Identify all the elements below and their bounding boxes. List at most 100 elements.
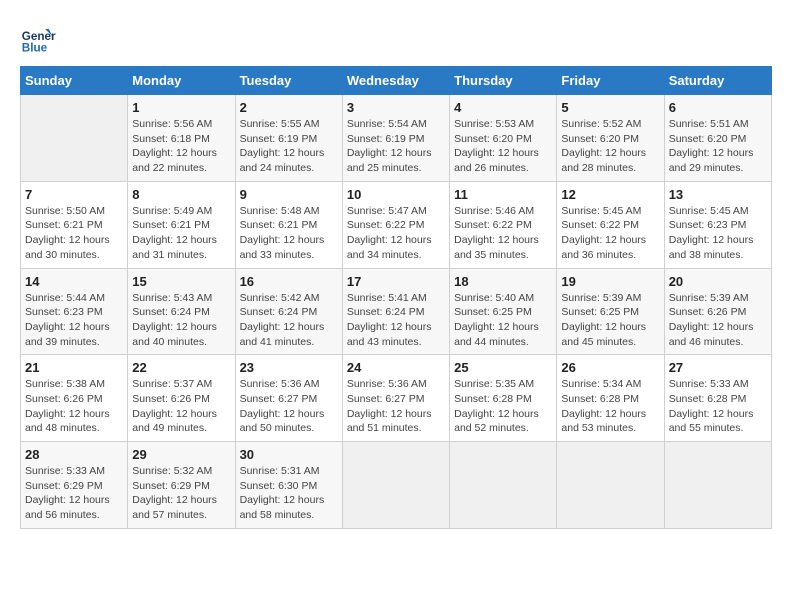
col-header-thursday: Thursday [450, 67, 557, 95]
day-cell: 5 Sunrise: 5:52 AM Sunset: 6:20 PM Daylig… [557, 95, 664, 182]
page-header: General Blue [20, 20, 772, 56]
day-info: Sunrise: 5:33 AM Sunset: 6:28 PM Dayligh… [669, 377, 767, 436]
day-cell: 17 Sunrise: 5:41 AM Sunset: 6:24 PM Dayli… [342, 268, 449, 355]
day-cell: 22 Sunrise: 5:37 AM Sunset: 6:26 PM Dayli… [128, 355, 235, 442]
day-cell: 27 Sunrise: 5:33 AM Sunset: 6:28 PM Dayli… [664, 355, 771, 442]
day-number: 24 [347, 360, 445, 375]
day-info: Sunrise: 5:31 AM Sunset: 6:30 PM Dayligh… [240, 464, 338, 523]
day-cell: 6 Sunrise: 5:51 AM Sunset: 6:20 PM Daylig… [664, 95, 771, 182]
day-number: 27 [669, 360, 767, 375]
day-info: Sunrise: 5:45 AM Sunset: 6:22 PM Dayligh… [561, 204, 659, 263]
day-number: 9 [240, 187, 338, 202]
day-number: 28 [25, 447, 123, 462]
day-number: 8 [132, 187, 230, 202]
day-info: Sunrise: 5:46 AM Sunset: 6:22 PM Dayligh… [454, 204, 552, 263]
day-info: Sunrise: 5:39 AM Sunset: 6:25 PM Dayligh… [561, 291, 659, 350]
day-cell: 14 Sunrise: 5:44 AM Sunset: 6:23 PM Dayli… [21, 268, 128, 355]
calendar-header: SundayMondayTuesdayWednesdayThursdayFrid… [21, 67, 772, 95]
day-cell: 7 Sunrise: 5:50 AM Sunset: 6:21 PM Daylig… [21, 181, 128, 268]
day-cell [664, 442, 771, 529]
day-info: Sunrise: 5:38 AM Sunset: 6:26 PM Dayligh… [25, 377, 123, 436]
day-cell: 19 Sunrise: 5:39 AM Sunset: 6:25 PM Dayli… [557, 268, 664, 355]
calendar-body: 1Sunrise: 5:56 AM Sunset: 6:18 PM Daylig… [21, 95, 772, 529]
day-number: 21 [25, 360, 123, 375]
day-cell: 8 Sunrise: 5:49 AM Sunset: 6:21 PM Daylig… [128, 181, 235, 268]
day-cell: 9Sunrise: 5:48 AM Sunset: 6:21 PM Daylig… [235, 181, 342, 268]
day-cell [557, 442, 664, 529]
calendar-table: SundayMondayTuesdayWednesdayThursdayFrid… [20, 66, 772, 529]
week-row-2: 7 Sunrise: 5:50 AM Sunset: 6:21 PM Daylig… [21, 181, 772, 268]
day-cell: 13 Sunrise: 5:45 AM Sunset: 6:23 PM Dayli… [664, 181, 771, 268]
day-info: Sunrise: 5:33 AM Sunset: 6:29 PM Dayligh… [25, 464, 123, 523]
day-number: 12 [561, 187, 659, 202]
col-header-sunday: Sunday [21, 67, 128, 95]
day-number: 15 [132, 274, 230, 289]
day-cell: 28 Sunrise: 5:33 AM Sunset: 6:29 PM Dayli… [21, 442, 128, 529]
day-number: 2 [240, 100, 338, 115]
day-info: Sunrise: 5:45 AM Sunset: 6:23 PM Dayligh… [669, 204, 767, 263]
day-info: Sunrise: 5:47 AM Sunset: 6:22 PM Dayligh… [347, 204, 445, 263]
day-cell: 4 Sunrise: 5:53 AM Sunset: 6:20 PM Daylig… [450, 95, 557, 182]
day-number: 19 [561, 274, 659, 289]
day-info: Sunrise: 5:34 AM Sunset: 6:28 PM Dayligh… [561, 377, 659, 436]
day-number: 26 [561, 360, 659, 375]
day-info: Sunrise: 5:39 AM Sunset: 6:26 PM Dayligh… [669, 291, 767, 350]
day-number: 6 [669, 100, 767, 115]
day-info: Sunrise: 5:51 AM Sunset: 6:20 PM Dayligh… [669, 117, 767, 176]
day-number: 14 [25, 274, 123, 289]
day-cell [342, 442, 449, 529]
day-number: 3 [347, 100, 445, 115]
day-info: Sunrise: 5:53 AM Sunset: 6:20 PM Dayligh… [454, 117, 552, 176]
day-number: 1 [132, 100, 230, 115]
day-info: Sunrise: 5:36 AM Sunset: 6:27 PM Dayligh… [347, 377, 445, 436]
day-number: 16 [240, 274, 338, 289]
day-number: 5 [561, 100, 659, 115]
day-number: 17 [347, 274, 445, 289]
day-number: 22 [132, 360, 230, 375]
day-info: Sunrise: 5:35 AM Sunset: 6:28 PM Dayligh… [454, 377, 552, 436]
day-info: Sunrise: 5:36 AM Sunset: 6:27 PM Dayligh… [240, 377, 338, 436]
day-number: 7 [25, 187, 123, 202]
logo: General Blue [20, 20, 62, 56]
day-cell: 3 Sunrise: 5:54 AM Sunset: 6:19 PM Daylig… [342, 95, 449, 182]
day-number: 23 [240, 360, 338, 375]
day-cell: 11 Sunrise: 5:46 AM Sunset: 6:22 PM Dayli… [450, 181, 557, 268]
day-info: Sunrise: 5:52 AM Sunset: 6:20 PM Dayligh… [561, 117, 659, 176]
day-number: 10 [347, 187, 445, 202]
day-cell: 29Sunrise: 5:32 AM Sunset: 6:29 PM Dayli… [128, 442, 235, 529]
day-number: 20 [669, 274, 767, 289]
day-info: Sunrise: 5:54 AM Sunset: 6:19 PM Dayligh… [347, 117, 445, 176]
week-row-4: 21 Sunrise: 5:38 AM Sunset: 6:26 PM Dayli… [21, 355, 772, 442]
week-row-3: 14 Sunrise: 5:44 AM Sunset: 6:23 PM Dayli… [21, 268, 772, 355]
day-number: 11 [454, 187, 552, 202]
col-header-friday: Friday [557, 67, 664, 95]
col-header-monday: Monday [128, 67, 235, 95]
day-cell: 10 Sunrise: 5:47 AM Sunset: 6:22 PM Dayli… [342, 181, 449, 268]
day-info: Sunrise: 5:41 AM Sunset: 6:24 PM Dayligh… [347, 291, 445, 350]
day-info: Sunrise: 5:37 AM Sunset: 6:26 PM Dayligh… [132, 377, 230, 436]
day-cell: 26 Sunrise: 5:34 AM Sunset: 6:28 PM Dayli… [557, 355, 664, 442]
day-info: Sunrise: 5:49 AM Sunset: 6:21 PM Dayligh… [132, 204, 230, 263]
logo-icon: General Blue [20, 20, 56, 56]
day-info: Sunrise: 5:44 AM Sunset: 6:23 PM Dayligh… [25, 291, 123, 350]
day-cell: 1Sunrise: 5:56 AM Sunset: 6:18 PM Daylig… [128, 95, 235, 182]
day-cell: 24 Sunrise: 5:36 AM Sunset: 6:27 PM Dayli… [342, 355, 449, 442]
day-cell: 20 Sunrise: 5:39 AM Sunset: 6:26 PM Dayli… [664, 268, 771, 355]
day-number: 18 [454, 274, 552, 289]
day-info: Sunrise: 5:55 AM Sunset: 6:19 PM Dayligh… [240, 117, 338, 176]
day-info: Sunrise: 5:50 AM Sunset: 6:21 PM Dayligh… [25, 204, 123, 263]
day-number: 4 [454, 100, 552, 115]
svg-text:Blue: Blue [22, 42, 48, 55]
col-header-saturday: Saturday [664, 67, 771, 95]
header-row: SundayMondayTuesdayWednesdayThursdayFrid… [21, 67, 772, 95]
day-cell: 18 Sunrise: 5:40 AM Sunset: 6:25 PM Dayli… [450, 268, 557, 355]
day-info: Sunrise: 5:42 AM Sunset: 6:24 PM Dayligh… [240, 291, 338, 350]
day-number: 25 [454, 360, 552, 375]
day-cell [450, 442, 557, 529]
week-row-5: 28 Sunrise: 5:33 AM Sunset: 6:29 PM Dayli… [21, 442, 772, 529]
day-cell: 15 Sunrise: 5:43 AM Sunset: 6:24 PM Dayli… [128, 268, 235, 355]
day-info: Sunrise: 5:43 AM Sunset: 6:24 PM Dayligh… [132, 291, 230, 350]
day-info: Sunrise: 5:40 AM Sunset: 6:25 PM Dayligh… [454, 291, 552, 350]
week-row-1: 1Sunrise: 5:56 AM Sunset: 6:18 PM Daylig… [21, 95, 772, 182]
day-number: 13 [669, 187, 767, 202]
